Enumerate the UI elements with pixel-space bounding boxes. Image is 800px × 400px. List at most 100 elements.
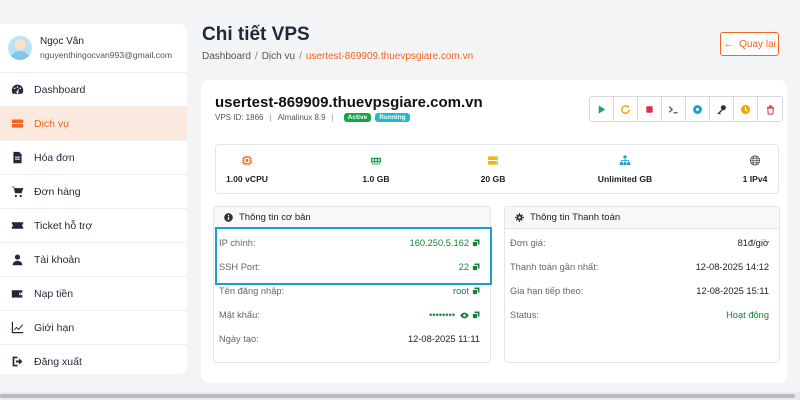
cart-icon [10,185,24,199]
stop-icon [646,105,653,113]
vps-meta: VPS ID: 1866 | Almalinux 8.9 | Active Ru… [215,113,410,122]
schedule-button[interactable] [734,97,758,121]
breadcrumb-current: usertest-869909.thuevpsgiare.com.vn [305,51,474,62]
info-row-ssh-port: SSH Port: 22 [219,260,480,274]
spec-cpu: 1.00 vCPU [202,145,292,195]
info-row-created: Ngày tạo: 12-08-2025 11:11 [219,332,480,346]
copy-icon[interactable] [472,263,480,271]
row-label: Thanh toán gần nhất: [510,262,599,272]
dashboard-icon [10,83,24,97]
sidebar-item-deposit[interactable]: Nạp tiền [0,276,187,310]
row-label: IP chính: [219,238,256,248]
row-value: •••••••• [429,310,480,320]
console-button[interactable] [662,97,686,121]
terminal-icon [668,105,678,113]
panel-header: Thông tin cơ bản [214,207,490,229]
vps-hostname: usertest-869909.thuevpsgiare.com.vn [215,94,483,111]
row-value: 81đ/giờ [737,238,769,248]
vps-detail-card: usertest-869909.thuevpsgiare.com.vn VPS … [201,80,787,383]
invoice-icon [10,151,24,165]
row-value: 12-08-2025 15:11 [696,286,769,296]
row-label: Ngày tạo: [219,334,259,344]
copy-icon[interactable] [472,287,480,295]
page-title: Chi tiết VPS [202,24,310,45]
spec-bandwidth: Unlimited GB [580,145,670,195]
sidebar-item-label: Giới hạn [34,321,75,334]
gear-icon [515,213,524,222]
copy-icon[interactable] [472,311,480,319]
server-icon [10,117,24,131]
row-label: Gia hạn tiếp theo: [510,286,584,296]
password-mask: •••••••• [428,310,455,320]
status-badge-active: Active [343,113,372,122]
restart-button[interactable] [614,97,638,121]
info-icon [224,213,233,222]
row-label: Tên đăng nhập: [219,286,285,296]
billing-row-next-renewal: Gia hạn tiếp theo: 12-08-2025 15:11 [510,284,769,298]
sidebar-item-label: Đăng xuất [34,355,82,368]
spec-value: 1.0 GB [362,174,390,184]
sidebar-item-orders[interactable]: Đơn hàng [0,174,187,208]
avatar [8,36,32,60]
sidebar-item-tickets[interactable]: Ticket hỗ trợ [0,208,187,242]
logout-icon [10,355,24,369]
basic-info-panel: Thông tin cơ bản IP chính: 160.250.5.162… [213,206,491,363]
spec-ram: 1.0 GB [331,145,421,195]
delete-button[interactable] [758,97,782,121]
spec-value: 20 GB [480,174,506,184]
row-label: Mật khẩu: [219,310,260,320]
sidebar-item-account[interactable]: Tài khoản [0,242,187,276]
sidebar-item-services[interactable]: Dịch vụ [0,106,187,140]
stop-button[interactable] [638,97,662,121]
status-badge-running: Running [375,113,410,122]
billing-row-last-payment: Thanh toán gần nhất: 12-08-2025 14:12 [510,260,769,274]
copy-icon[interactable] [472,239,480,247]
breadcrumb-services[interactable]: Dịch vụ [262,51,295,62]
sidebar-item-invoices[interactable]: Hóa đơn [0,140,187,174]
eye-icon[interactable] [460,312,469,319]
sidebar-item-dashboard[interactable]: Dashboard [0,72,187,106]
back-button-label: Quay lại [739,38,776,50]
sidebar-item-logout[interactable]: Đăng xuất [0,344,187,378]
spec-ip: 1 IPv4 [710,145,800,195]
username: root [452,286,469,296]
spec-value: 1 IPv4 [742,174,768,184]
back-button[interactable]: ← Quay lại [720,32,779,56]
clock-icon [740,104,751,114]
breadcrumb: Dashboard / Dịch vụ / usertest-869909.thuevp… [202,51,474,62]
reinstall-button[interactable] [686,97,710,121]
vps-specs: 1.00 vCPU 1.0 GB 20 GB Unlimited GB 1 IP… [215,144,779,194]
spec-disk: 20 GB [448,145,538,195]
wallet-icon [10,287,24,301]
vps-action-toolbar [589,96,783,122]
vps-id: VPS ID: 1866 [215,113,264,122]
chart-icon [10,321,24,335]
sidebar-item-label: Hóa đơn [34,151,75,164]
billing-info-panel: Thông tin Thanh toán Đơn giá: 81đ/giờ Th… [504,206,780,363]
password-button[interactable] [710,97,734,121]
billing-row-price: Đơn giá: 81đ/giờ [510,236,769,250]
sidebar-item-limits[interactable]: Giới hạn [0,310,187,344]
user-name: Ngọc Vân [40,36,84,47]
horizontal-scrollbar[interactable] [0,392,800,400]
user-email: nguyenthingocvan993@gmail.com [40,50,172,60]
row-value: 12-08-2025 11:11 [407,334,480,344]
ticket-icon [10,219,24,233]
vps-os: Almalinux 8.9 [277,113,326,122]
user-icon [10,253,24,267]
row-value: 160.250.5.162 [410,238,480,248]
user-profile[interactable]: Ngọc Vân nguyenthingocvan993@gmail.com [0,24,187,72]
start-button[interactable] [590,97,614,121]
info-row-username: Tên đăng nhập: root [219,284,480,298]
sidebar-item-label: Tài khoản [34,253,81,266]
row-value: 22 [459,262,480,272]
arrow-left-icon: ← [723,38,735,50]
scrollbar-thumb[interactable] [0,394,795,398]
panel-header: Thông tin Thanh toán [505,207,779,229]
sidebar-item-label: Nạp tiền [34,287,74,300]
spec-value: 1.00 vCPU [225,174,269,184]
row-value: root [453,286,480,296]
breadcrumb-dashboard[interactable]: Dashboard [202,51,251,62]
row-value: 12-08-2025 14:12 [695,262,769,272]
row-label: SSH Port: [219,262,261,272]
